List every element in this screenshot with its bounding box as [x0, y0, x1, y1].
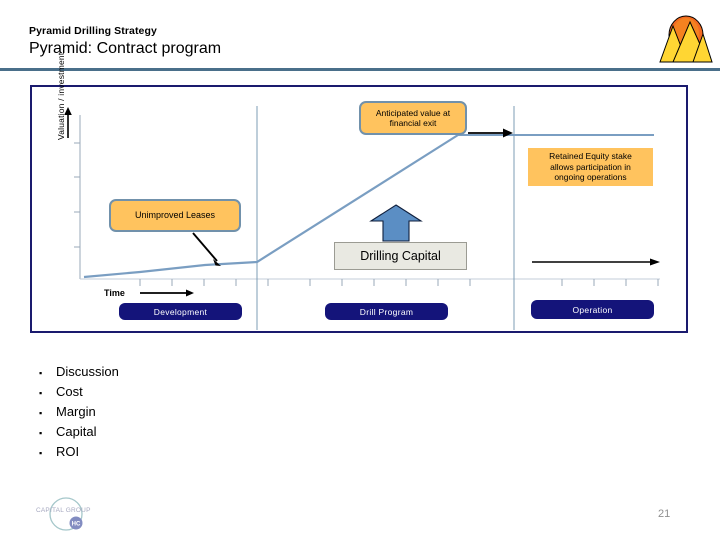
bullet-list: ▪ Discussion ▪ Cost ▪ Margin ▪ Capital ▪…: [36, 362, 336, 462]
callout-retained-line1: Retained Equity stake: [549, 151, 632, 162]
list-item: ▪ Discussion: [36, 362, 336, 382]
bullet-marker-icon: ▪: [39, 428, 43, 438]
callout-anticipated-value: Anticipated value at financial exit: [359, 101, 467, 135]
x-axis-label: Time: [104, 288, 125, 298]
phase-bar-development: Development: [119, 303, 242, 320]
bullet-label: ROI: [56, 444, 80, 459]
callout-anticipated-line2: financial exit: [389, 118, 437, 128]
y-axis-label: Valuation / investment: [56, 52, 66, 140]
bullet-label: Discussion: [56, 364, 119, 379]
list-item: ▪ Cost: [36, 382, 336, 402]
phase-bar-operation: Operation: [531, 300, 654, 319]
phase-bar-drill-program: Drill Program: [325, 303, 448, 320]
callout-anticipated-line1: Anticipated value at: [375, 107, 451, 118]
list-item: ▪ Capital: [36, 422, 336, 442]
footer-logo-text: CAPITAL GROUP: [36, 507, 91, 514]
header-divider: [0, 68, 720, 71]
callout-retained-line3: ongoing operations: [554, 172, 627, 183]
bullet-marker-icon: ▪: [39, 368, 43, 378]
bullet-label: Capital: [56, 424, 97, 439]
callout-retained-line2: allows participation in: [550, 161, 631, 172]
slide-eyebrow-title: Pyramid Drilling Strategy: [29, 25, 157, 37]
page-number: 21: [658, 508, 671, 520]
bullet-label: Margin: [56, 404, 96, 419]
list-item: ▪ ROI: [36, 442, 336, 462]
list-item: ▪ Margin: [36, 402, 336, 422]
pyramid-sun-logo-icon: [659, 14, 713, 66]
callout-retained-equity: Retained Equity stake allows participati…: [528, 148, 653, 186]
callout-unimproved-leases: Unimproved Leases: [109, 199, 241, 232]
footer-logo-monogram: HC: [72, 522, 81, 528]
bullet-label: Cost: [56, 384, 83, 399]
bullet-marker-icon: ▪: [39, 408, 43, 418]
drilling-capital-box: Drilling Capital: [334, 242, 467, 270]
bullet-marker-icon: ▪: [39, 388, 43, 398]
capital-group-logo-icon: CAPITAL GROUP HC: [32, 492, 104, 534]
slide-header: Pyramid Drilling Strategy Pyramid: Contr…: [0, 0, 720, 74]
bullet-marker-icon: ▪: [39, 448, 43, 458]
